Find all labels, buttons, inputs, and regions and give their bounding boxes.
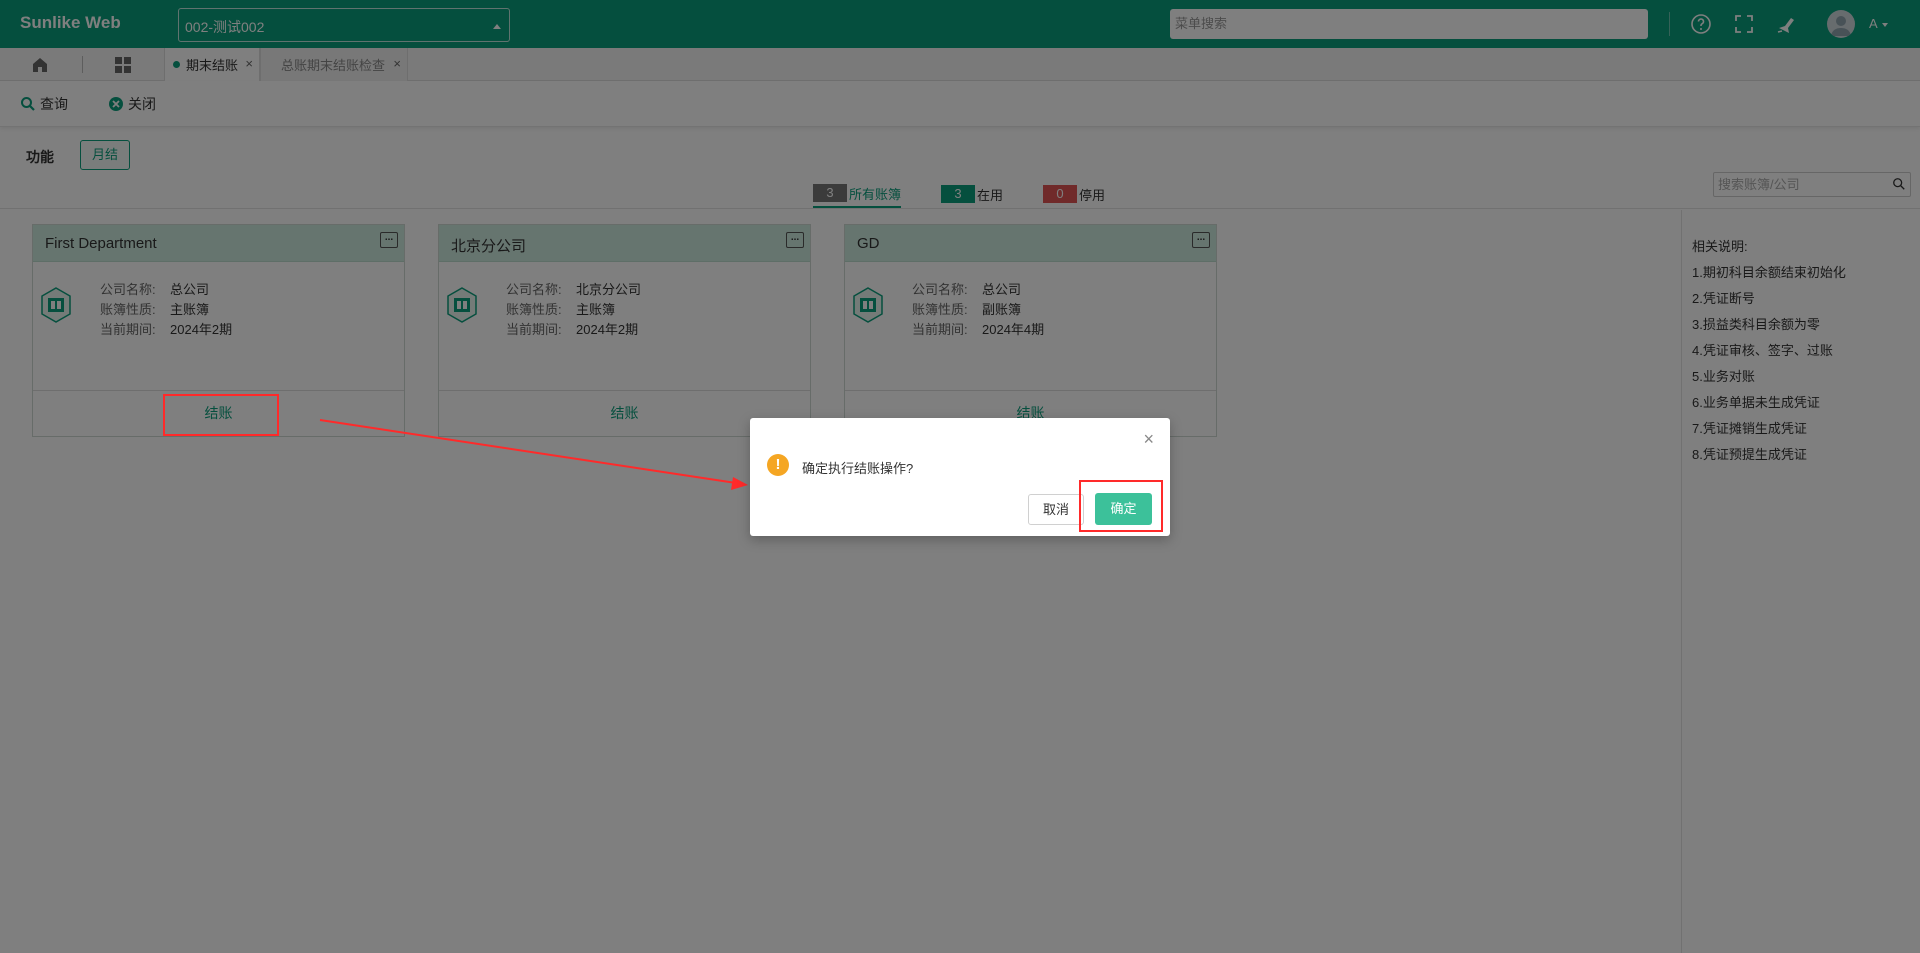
dialog-message: 确定执行结账操作?: [802, 461, 914, 476]
annotation-highlight-box: [1079, 480, 1163, 532]
close-icon[interactable]: ×: [1143, 430, 1154, 448]
annotation-highlight-box: [163, 394, 279, 436]
warning-icon: !: [767, 454, 789, 476]
cancel-button[interactable]: 取消: [1028, 494, 1084, 525]
